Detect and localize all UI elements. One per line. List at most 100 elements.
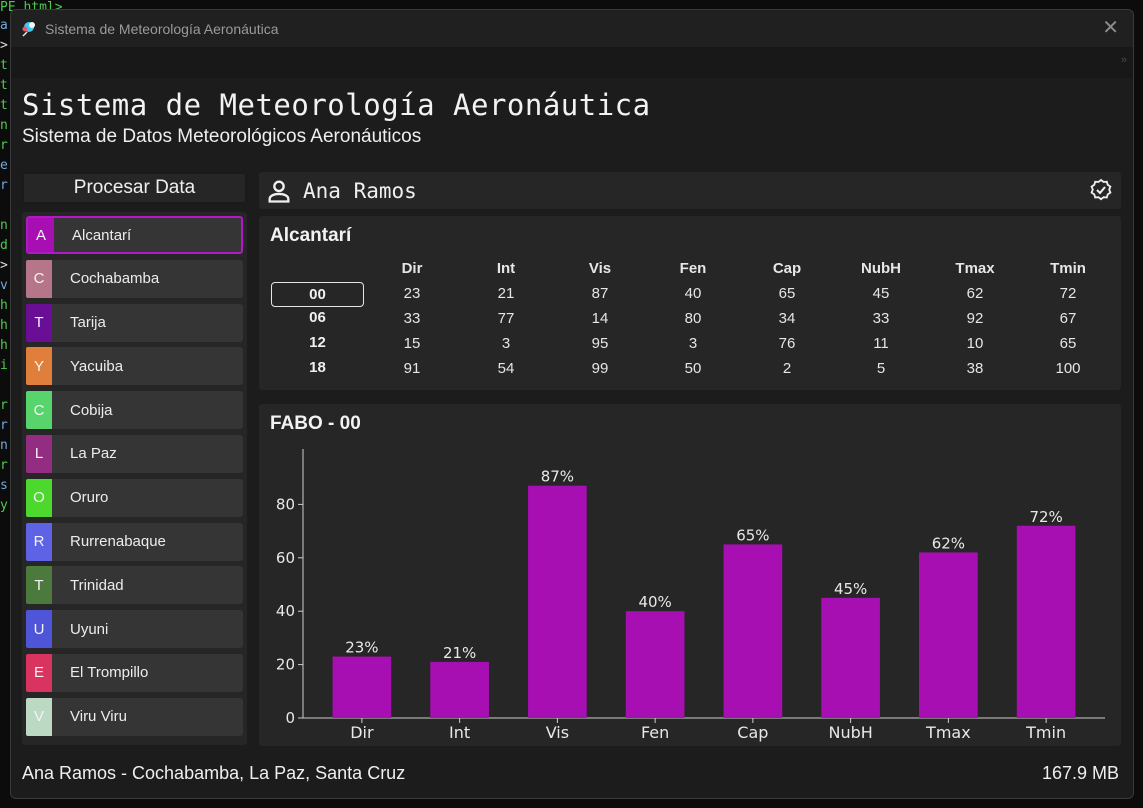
table-cell: 45 <box>872 285 890 302</box>
bar-value-label: 23% <box>345 639 378 657</box>
chart-bar <box>430 661 489 718</box>
verified-badge-icon[interactable] <box>1089 178 1113 202</box>
table-cell: 34 <box>778 310 796 327</box>
station-name: Cobija <box>70 401 113 419</box>
table-cell: 76 <box>778 335 796 352</box>
table-cell: 33 <box>872 310 890 327</box>
station-item[interactable]: L La Paz <box>26 434 243 473</box>
station-name: Yacuiba <box>70 357 124 375</box>
toolbar-strip: » <box>11 47 1133 78</box>
station-list: A Alcantarí C Cochabamba T Tarija Y Yacuiba C Cob… <box>22 212 247 745</box>
station-item[interactable]: U Uyuni <box>26 610 243 649</box>
station-item[interactable]: C Cobija <box>26 391 243 430</box>
x-tick-label: Dir <box>350 723 374 742</box>
table-cell: 65 <box>778 285 796 302</box>
station-name: Tarija <box>70 314 106 332</box>
station-item[interactable]: T Trinidad <box>26 566 243 605</box>
table-cell: 15 <box>403 335 421 352</box>
hour-selector[interactable]: 18 <box>271 356 364 379</box>
column-header: Tmax <box>955 260 995 277</box>
user-name: Ana Ramos <box>303 178 417 203</box>
table-cell: 3 <box>688 335 698 352</box>
station-badge: E <box>26 653 52 692</box>
table-cell: 91 <box>403 360 421 377</box>
station-name: Uyuni <box>70 620 109 638</box>
bar-value-label: 62% <box>932 534 965 552</box>
station-item[interactable]: V Viru Viru <box>26 697 243 736</box>
column-header: NubH <box>861 260 901 277</box>
table-cell: 99 <box>591 360 609 377</box>
table-cell: 67 <box>1059 310 1077 327</box>
forecast-table: Dir Int Vis Fen Cap NubH Tmax Tmin 00 23 21 87 40 65 4… <box>259 256 1121 381</box>
station-name: El Trompillo <box>70 664 149 682</box>
table-cell: 10 <box>966 335 984 352</box>
chart-bar <box>919 552 978 718</box>
footer-user-regions: Ana Ramos - Cochabamba, La Paz, Santa Cr… <box>22 763 406 783</box>
user-icon <box>268 180 290 203</box>
close-button[interactable]: ✕ <box>1102 18 1119 38</box>
bar-value-label: 21% <box>443 644 476 662</box>
table-row: 12 15 3 95 3 76 11 10 65 <box>259 331 1121 356</box>
bar-value-label: 65% <box>736 526 769 544</box>
window-title: Sistema de Meteorología Aeronáutica <box>45 20 279 37</box>
station-badge: U <box>26 610 52 649</box>
y-tick-label: 80 <box>276 495 295 513</box>
user-bar: Ana Ramos <box>259 172 1121 209</box>
station-item[interactable]: A Alcantarí <box>26 216 243 254</box>
station-item[interactable]: R Rurrenabaque <box>26 522 243 561</box>
x-tick-label: Tmax <box>925 723 971 742</box>
table-cell: 3 <box>501 335 511 352</box>
table-cell: 95 <box>591 335 609 352</box>
chart-bar <box>528 485 587 718</box>
station-name: Rurrenabaque <box>70 533 166 551</box>
station-item[interactable]: C Cochabamba <box>26 259 243 298</box>
process-data-button[interactable]: Procesar Data <box>22 172 247 204</box>
station-item[interactable]: O Oruro <box>26 478 243 517</box>
table-cell: 33 <box>403 310 421 327</box>
chart-bar <box>723 544 783 718</box>
table-cell: 72 <box>1059 285 1077 302</box>
y-tick-label: 0 <box>285 709 295 727</box>
station-name: Viru Viru <box>70 708 127 726</box>
page-title: Sistema de Meteorología Aeronáutica <box>22 88 651 122</box>
table-title: Alcantarí <box>270 225 352 246</box>
chart-bar <box>332 656 392 718</box>
column-header: Int <box>496 260 516 277</box>
station-name: Oruro <box>70 489 109 507</box>
bar-value-label: 72% <box>1029 508 1062 526</box>
station-item[interactable]: T Tarija <box>26 303 243 342</box>
x-tick-label: Tmin <box>1025 723 1066 742</box>
x-tick-label: Int <box>449 723 470 742</box>
title-bar: Sistema de Meteorología Aeronáutica ✕ <box>11 10 1133 47</box>
station-item[interactable]: Y Yacuiba <box>26 347 243 386</box>
hour-selector[interactable]: 00 <box>271 282 364 307</box>
column-header: Tmin <box>1050 260 1086 277</box>
table-cell: 5 <box>876 360 886 377</box>
y-tick-label: 60 <box>276 549 295 567</box>
hour-selector[interactable]: 12 <box>271 331 364 354</box>
chart-bar <box>625 611 685 718</box>
hour-selector[interactable]: 06 <box>271 306 364 329</box>
table-row: 06 33 77 14 80 34 33 92 67 <box>259 306 1121 331</box>
table-cell: 21 <box>497 285 515 302</box>
column-header: Dir <box>401 260 423 277</box>
column-header: Vis <box>588 260 612 277</box>
station-item[interactable]: E El Trompillo <box>26 653 243 692</box>
table-cell: 11 <box>873 335 889 352</box>
x-tick-label: Cap <box>737 723 768 742</box>
bar-value-label: 45% <box>834 580 867 598</box>
table-cell: 40 <box>684 285 702 302</box>
table-cell: 38 <box>966 360 984 377</box>
table-cell: 77 <box>497 310 515 327</box>
table-cell: 87 <box>591 285 609 302</box>
table-cell: 65 <box>1059 335 1077 352</box>
overflow-chevron-icon[interactable]: » <box>1121 54 1127 66</box>
table-cell: 50 <box>684 360 702 377</box>
bar-value-label: 40% <box>638 593 671 611</box>
table-row: 18 91 54 99 50 2 5 38 100 <box>259 356 1121 381</box>
station-badge: R <box>26 522 52 561</box>
station-name: Alcantarí <box>72 226 132 244</box>
column-header: Fen <box>679 260 707 277</box>
table-cell: 14 <box>591 310 609 327</box>
footer-memory-usage: 167.9 MB <box>1041 763 1119 783</box>
